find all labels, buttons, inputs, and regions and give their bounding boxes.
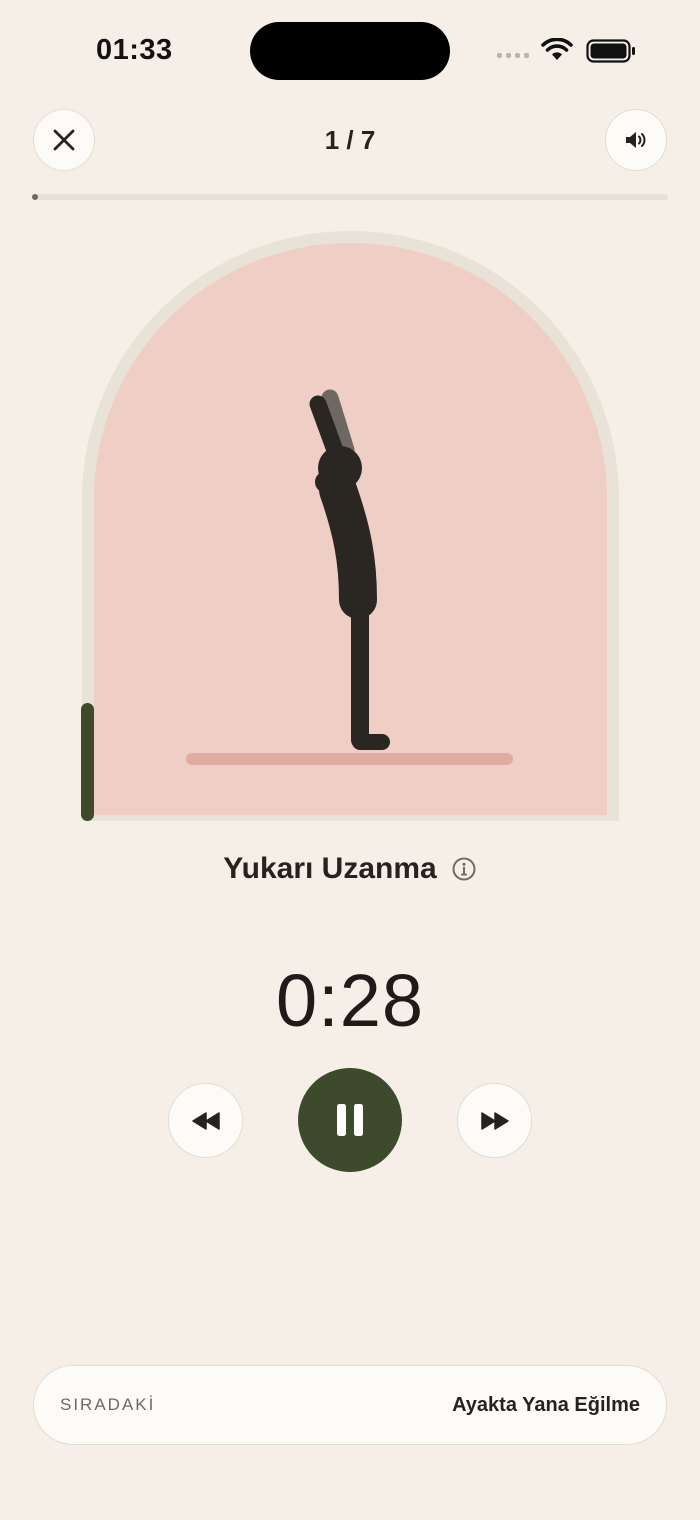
next-label: SIRADAKİ: [60, 1395, 156, 1414]
pause-icon: [337, 1104, 363, 1136]
workout-progress-fill: [32, 194, 39, 200]
step-counter: 1 / 7: [324, 125, 376, 155]
battery-icon: [586, 39, 635, 63]
sound-button[interactable]: [605, 109, 667, 171]
previous-exercise-button[interactable]: [168, 1083, 243, 1158]
exercise-figure-illustration: [186, 389, 513, 765]
cellular-signal-icon: [497, 53, 529, 58]
speaker-icon: [626, 132, 646, 148]
fast-forward-icon: [480, 1111, 509, 1130]
wifi-icon: [541, 38, 573, 60]
countdown-timer: 0:28: [275, 959, 425, 1042]
info-icon: [452, 857, 476, 881]
info-button[interactable]: [451, 856, 477, 882]
yoga-mat: [186, 753, 513, 765]
pause-button[interactable]: [298, 1068, 402, 1172]
dynamic-island: [250, 22, 450, 80]
exercise-progress-indicator: [81, 703, 94, 821]
exercise-player-screen: 01:33 1 / 7 Yukarı Uzanma 0:28 SIRADAKİ …: [0, 0, 700, 1520]
exercise-title-row: Yukarı Uzanma: [0, 852, 700, 886]
next-exercise-card[interactable]: SIRADAKİ Ayakta Yana Eğilme: [33, 1365, 667, 1445]
workout-progress-bar: [32, 194, 668, 200]
exercise-title: Yukarı Uzanma: [223, 852, 437, 885]
rewind-icon: [191, 1111, 220, 1130]
status-time: 01:33: [96, 34, 173, 66]
next-exercise-name: Ayakta Yana Eğilme: [452, 1393, 640, 1416]
next-exercise-button[interactable]: [457, 1083, 532, 1158]
